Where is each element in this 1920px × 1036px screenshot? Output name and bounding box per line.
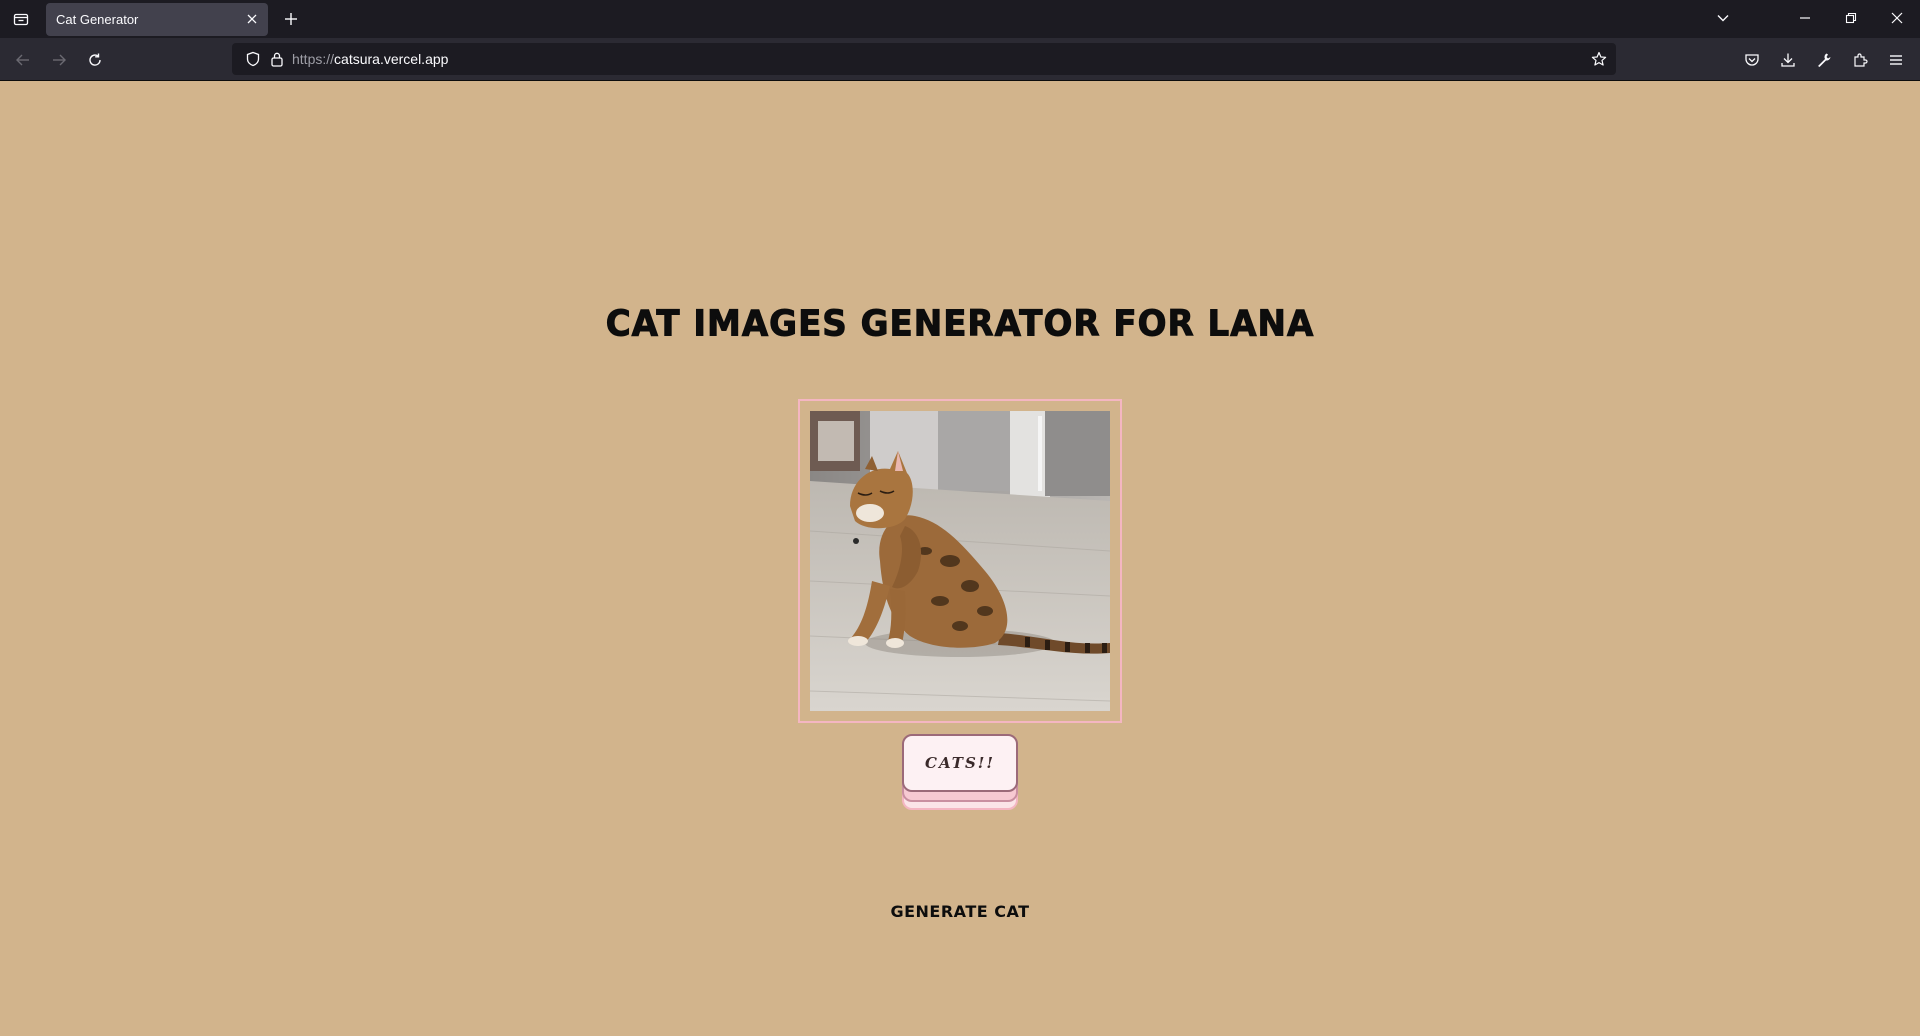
star-icon[interactable] <box>1590 50 1608 68</box>
cats-button-stack: CATS!! <box>902 734 1018 812</box>
arrow-left-icon[interactable] <box>9 46 37 74</box>
page-title: Cat Images Generator for Lana <box>605 302 1315 345</box>
close-window-icon[interactable] <box>1874 0 1920 36</box>
close-icon[interactable] <box>244 11 260 27</box>
page-content: Cat Images Generator for Lana <box>0 82 1920 1036</box>
arrow-right-icon[interactable] <box>45 46 73 74</box>
tab-list-icon[interactable] <box>8 6 34 32</box>
url-scheme: https:// <box>292 51 335 67</box>
hamburger-icon[interactable] <box>1882 46 1910 74</box>
tab-title: Cat Generator <box>56 12 139 27</box>
url-host: catsura.vercel.app <box>334 51 449 67</box>
shield-icon[interactable] <box>244 50 262 68</box>
plus-icon[interactable] <box>278 6 304 32</box>
url-bar[interactable]: https://catsura.vercel.app <box>232 43 1616 75</box>
browser-nav-bar: https://catsura.vercel.app <box>0 38 1920 81</box>
url-text[interactable]: https://catsura.vercel.app <box>292 51 448 67</box>
pocket-icon[interactable] <box>1738 46 1766 74</box>
chevron-down-icon[interactable] <box>1700 0 1746 36</box>
restore-icon[interactable] <box>1828 0 1874 36</box>
lock-icon[interactable] <box>268 50 286 68</box>
generate-cat-label: Generate Cat <box>890 902 1030 921</box>
tab-cat-generator[interactable]: Cat Generator <box>46 3 268 36</box>
puzzle-icon[interactable] <box>1846 46 1874 74</box>
reload-icon[interactable] <box>81 46 109 74</box>
cat-image-frame <box>798 399 1122 723</box>
cat-image <box>810 411 1110 711</box>
cats-button[interactable]: CATS!! <box>902 734 1018 792</box>
download-icon[interactable] <box>1774 46 1802 74</box>
minimize-icon[interactable] <box>1782 0 1828 36</box>
browser-tab-bar: Cat Generator <box>0 0 1920 38</box>
wrench-icon[interactable] <box>1810 46 1838 74</box>
